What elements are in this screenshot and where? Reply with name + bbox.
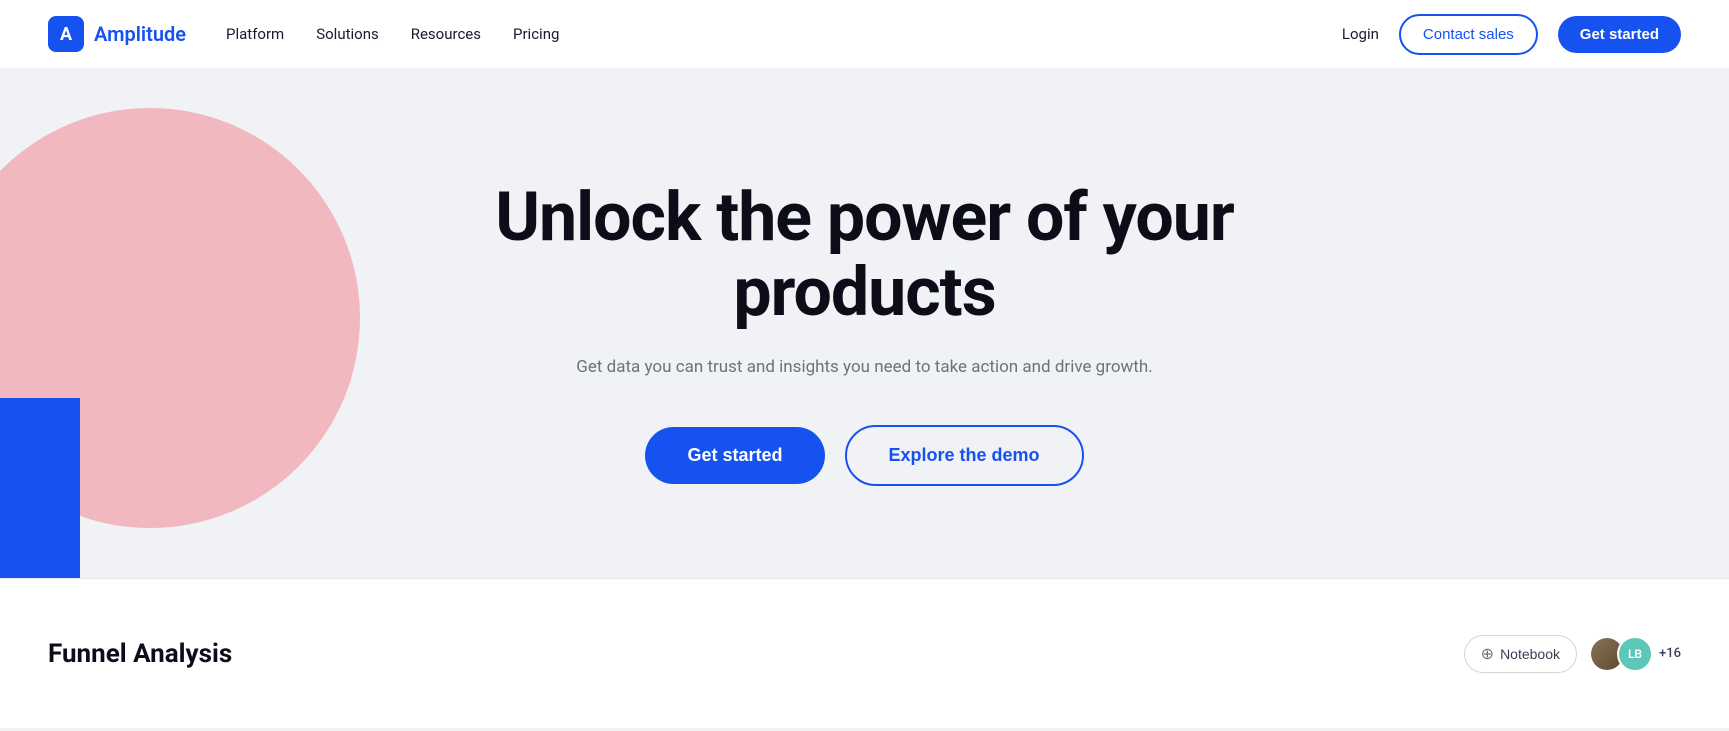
nav-link-pricing[interactable]: Pricing <box>513 25 559 43</box>
bottom-strip: Funnel Analysis ⊕ Notebook LB +16 <box>0 578 1729 728</box>
nav-link-resources[interactable]: Resources <box>411 25 481 43</box>
avatar-initials: LB <box>1628 647 1642 661</box>
logo-letter: A <box>60 24 72 45</box>
plus-circle-icon: ⊕ <box>1481 644 1494 664</box>
avatar-lb: LB <box>1617 636 1653 672</box>
logo[interactable]: A Amplitude <box>48 16 186 52</box>
hero-title: Unlock the power of your products <box>475 180 1255 330</box>
funnel-analysis-title: Funnel Analysis <box>48 639 232 669</box>
logo-icon: A <box>48 16 84 52</box>
brand-name: Amplitude <box>94 22 186 46</box>
navbar-left: A Amplitude Platform Solutions Resources… <box>48 16 559 52</box>
avatar-count: +16 <box>1659 646 1681 661</box>
contact-sales-button[interactable]: Contact sales <box>1399 14 1538 55</box>
nav-links: Platform Solutions Resources Pricing <box>226 25 559 43</box>
notebook-label: Notebook <box>1500 646 1560 662</box>
hero-section: Unlock the power of your products Get da… <box>0 68 1729 578</box>
get-started-nav-button[interactable]: Get started <box>1558 16 1681 53</box>
login-link[interactable]: Login <box>1342 25 1379 43</box>
hero-content: Unlock the power of your products Get da… <box>475 180 1255 486</box>
hero-subtitle: Get data you can trust and insights you … <box>475 354 1255 381</box>
nav-link-solutions[interactable]: Solutions <box>316 25 379 43</box>
hero-explore-demo-button[interactable]: Explore the demo <box>845 425 1084 486</box>
avatars-group: LB +16 <box>1589 636 1681 672</box>
blue-rectangle-decoration <box>0 398 80 578</box>
navbar-right: Login Contact sales Get started <box>1342 14 1681 55</box>
hero-buttons: Get started Explore the demo <box>475 425 1255 486</box>
notebook-button[interactable]: ⊕ Notebook <box>1464 635 1577 673</box>
hero-get-started-button[interactable]: Get started <box>645 427 824 484</box>
bottom-strip-right: ⊕ Notebook LB +16 <box>1464 635 1681 673</box>
navbar: A Amplitude Platform Solutions Resources… <box>0 0 1729 68</box>
nav-link-platform[interactable]: Platform <box>226 25 284 43</box>
